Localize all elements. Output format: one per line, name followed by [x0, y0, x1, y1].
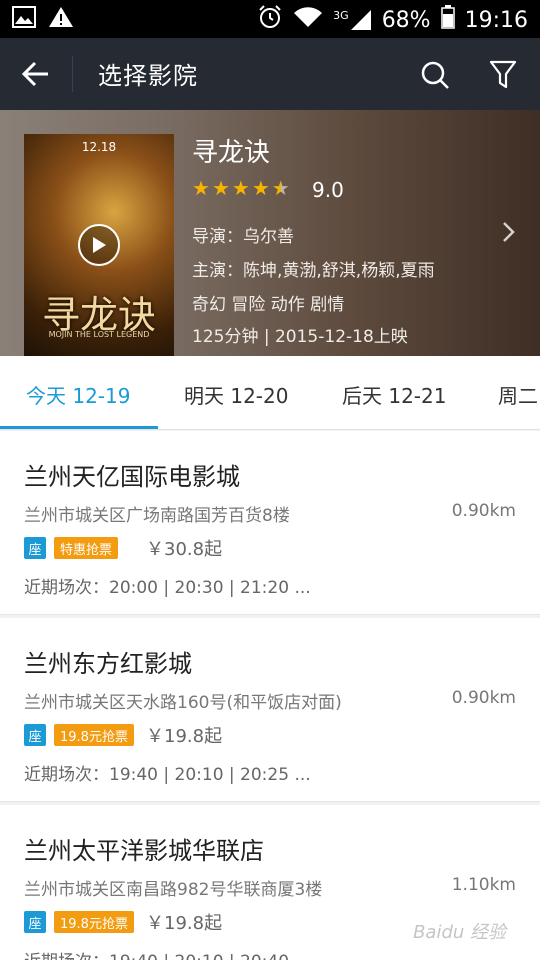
alarm-icon [257, 4, 283, 36]
cinema-address: 兰州市城关区南昌路982号华联商厦3楼 [24, 880, 323, 900]
star-icon: ★ [231, 176, 250, 200]
movie-poster[interactable]: 12.18 寻龙诀 MOJIN THE LOST LEGEND [24, 134, 174, 356]
cinema-address: 兰州市城关区广场南路国芳百货8楼 [24, 506, 290, 526]
battery-icon [440, 5, 455, 35]
cinema-list-item[interactable]: 兰州东方红影城 兰州市城关区天水路160号(和平饭店对面) 0.90km 座 1… [0, 618, 540, 802]
header-divider [72, 56, 73, 92]
star-icon: ★ [192, 176, 210, 200]
date-tabs: 今天 12-19 明天 12-20 后天 12-21 周二 [0, 356, 540, 430]
cinema-showtimes: 近期场次：20:00 | 20:30 | 21:20 ... [24, 578, 311, 598]
movie-title: 寻龙诀 [192, 138, 271, 168]
cinema-distance: 1.10km [451, 875, 516, 895]
cinema-price: ￥30.8起 [146, 539, 223, 560]
poster-subtitle: MOJIN THE LOST LEGEND [48, 330, 150, 339]
battery-percent: 68% [381, 7, 431, 33]
cinema-distance: 0.90km [451, 501, 516, 521]
chevron-right-icon[interactable] [498, 220, 518, 244]
cinema-distance: 0.90km [451, 688, 516, 708]
filter-button[interactable] [482, 54, 524, 96]
cinema-showtimes: 近期场次：19:40 | 20:10 | 20:40 ... [24, 947, 311, 960]
movie-genres: 奇幻 冒险 动作 剧情 [192, 295, 345, 315]
rating-score: 9.0 [312, 178, 344, 202]
app-header: 选择影院 [0, 38, 540, 110]
promo-badge: 19.8元抢票 [54, 724, 134, 746]
seat-selection-badge: 座 [24, 911, 46, 933]
back-button[interactable] [14, 54, 58, 94]
cinema-name: 兰州太平洋影城华联店 [24, 837, 264, 865]
rating-stars: ★ ★ ★ ★ ★ [192, 178, 290, 198]
wifi-icon [293, 5, 323, 35]
page-title: 选择影院 [98, 62, 198, 90]
search-button[interactable] [414, 54, 456, 96]
warning-icon [48, 6, 74, 32]
play-trailer-button[interactable] [78, 224, 120, 266]
network-type-label: 3G [333, 9, 349, 22]
filter-icon [489, 60, 517, 89]
tab-today[interactable]: 今天 12-19 [26, 380, 130, 409]
cellular-signal-icon: 3G [333, 9, 372, 31]
play-icon [93, 237, 106, 253]
cinema-price: ￥19.8起 [146, 913, 223, 934]
star-icon: ★ [211, 176, 230, 200]
cinema-price: ￥19.8起 [146, 726, 223, 747]
movie-director: 导演：乌尔善 [192, 227, 294, 247]
movie-cast: 主演：陈坤,黄渤,舒淇,杨颖,夏雨 [192, 261, 435, 281]
image-notification-icon [12, 6, 36, 32]
cinema-name: 兰州天亿国际电影城 [24, 463, 240, 491]
cinema-list-item[interactable]: 兰州天亿国际电影城 兰州市城关区广场南路国芳百货8楼 0.90km 座 特惠抢票… [0, 431, 540, 615]
promo-badge: 特惠抢票 [54, 537, 119, 559]
active-tab-indicator [0, 426, 158, 429]
cinema-showtimes: 近期场次：19:40 | 20:10 | 20:25 ... [24, 765, 311, 785]
seat-selection-badge: 座 [24, 537, 46, 559]
back-arrow-icon [22, 61, 48, 87]
status-bar: 3G 68% 19:16 [0, 0, 540, 38]
tab-tomorrow[interactable]: 明天 12-20 [184, 380, 288, 409]
seat-selection-badge: 座 [24, 724, 46, 746]
cinema-address: 兰州市城关区天水路160号(和平饭店对面) [24, 693, 342, 713]
movie-banner[interactable]: 12.18 寻龙诀 MOJIN THE LOST LEGEND 寻龙诀 ★ ★ … [0, 110, 540, 356]
half-star-icon: ★ [271, 176, 290, 200]
tab-day-after-tomorrow[interactable]: 后天 12-21 [342, 380, 446, 409]
poster-date: 12.18 [81, 140, 117, 154]
cinema-name: 兰州东方红影城 [24, 650, 192, 678]
tab-tuesday[interactable]: 周二 [498, 380, 538, 409]
promo-badge: 19.8元抢票 [54, 911, 134, 933]
search-icon [421, 61, 449, 89]
clock: 19:16 [464, 7, 528, 33]
baidu-watermark: Baidu 经验 [413, 922, 506, 943]
star-icon: ★ [251, 176, 270, 200]
movie-runtime-release: 125分钟 | 2015-12-18上映 [192, 327, 408, 347]
